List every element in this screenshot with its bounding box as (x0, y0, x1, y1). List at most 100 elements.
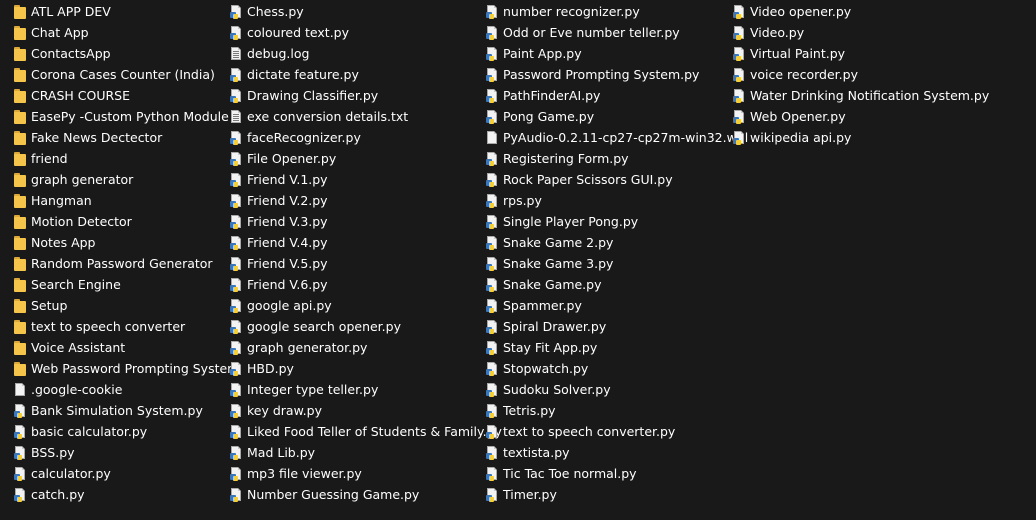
file-item[interactable]: google search opener.py (230, 316, 502, 337)
python-file-icon (733, 67, 745, 82)
file-item[interactable]: Friend V.1.py (230, 169, 502, 190)
file-item[interactable]: calculator.py (14, 463, 239, 484)
folder-item[interactable]: ContactsApp (14, 43, 239, 64)
python-file-icon (230, 256, 242, 271)
file-item[interactable]: Spiral Drawer.py (486, 316, 748, 337)
item-name: textista.py (503, 445, 570, 460)
file-item[interactable]: rps.py (486, 190, 748, 211)
file-item[interactable]: Integer type teller.py (230, 379, 502, 400)
file-item[interactable]: coloured text.py (230, 22, 502, 43)
folder-item[interactable]: friend (14, 148, 239, 169)
folder-item[interactable]: Setup (14, 295, 239, 316)
python-file-icon (230, 277, 242, 292)
file-item[interactable]: BSS.py (14, 442, 239, 463)
file-item[interactable]: Tetris.py (486, 400, 748, 421)
file-item[interactable]: Spammer.py (486, 295, 748, 316)
file-item[interactable]: key draw.py (230, 400, 502, 421)
item-name: Random Password Generator (31, 256, 213, 271)
folder-icon (14, 46, 26, 61)
file-item[interactable]: catch.py (14, 484, 239, 505)
python-file-icon (230, 340, 242, 355)
file-item[interactable]: Registering Form.py (486, 148, 748, 169)
folder-item[interactable]: Corona Cases Counter (India) (14, 64, 239, 85)
file-item[interactable]: Chess.py (230, 1, 502, 22)
file-item[interactable]: Rock Paper Scissors GUI.py (486, 169, 748, 190)
file-item[interactable]: voice recorder.py (733, 64, 989, 85)
file-item[interactable]: textista.py (486, 442, 748, 463)
item-name: PyAudio-0.2.11-cp27-cp27m-win32.whl (503, 130, 749, 145)
file-item[interactable]: Mad Lib.py (230, 442, 502, 463)
file-item[interactable]: basic calculator.py (14, 421, 239, 442)
file-item[interactable]: Odd or Eve number teller.py (486, 22, 748, 43)
folder-item[interactable]: ATL APP DEV (14, 1, 239, 22)
folder-icon (14, 298, 26, 313)
file-item[interactable]: Snake Game 2.py (486, 232, 748, 253)
item-name: Notes App (31, 235, 96, 250)
folder-item[interactable]: Search Engine (14, 274, 239, 295)
folder-item[interactable]: Web Password Prompting System (14, 358, 239, 379)
file-item[interactable]: exe conversion details.txt (230, 106, 502, 127)
file-item[interactable]: PyAudio-0.2.11-cp27-cp27m-win32.whl (486, 127, 748, 148)
file-item[interactable]: Snake Game.py (486, 274, 748, 295)
folder-item[interactable]: Hangman (14, 190, 239, 211)
file-item[interactable]: number recognizer.py (486, 1, 748, 22)
folder-item[interactable]: CRASH COURSE (14, 85, 239, 106)
folder-item[interactable]: graph generator (14, 169, 239, 190)
file-item[interactable]: google api.py (230, 295, 502, 316)
file-item[interactable]: Drawing Classifier.py (230, 85, 502, 106)
file-item[interactable]: Friend V.2.py (230, 190, 502, 211)
file-item[interactable]: HBD.py (230, 358, 502, 379)
file-item[interactable]: Friend V.4.py (230, 232, 502, 253)
folder-item[interactable]: Motion Detector (14, 211, 239, 232)
file-item[interactable]: mp3 file viewer.py (230, 463, 502, 484)
file-item[interactable]: Friend V.5.py (230, 253, 502, 274)
item-name: Paint App.py (503, 46, 582, 61)
python-file-icon (230, 88, 242, 103)
file-item[interactable]: Timer.py (486, 484, 748, 505)
file-item[interactable]: Stopwatch.py (486, 358, 748, 379)
file-item[interactable]: .google-cookie (14, 379, 239, 400)
file-item[interactable]: Snake Game 3.py (486, 253, 748, 274)
file-item[interactable]: Friend V.6.py (230, 274, 502, 295)
file-item[interactable]: Video opener.py (733, 1, 989, 22)
folder-item[interactable]: Chat App (14, 22, 239, 43)
file-item[interactable]: Virtual Paint.py (733, 43, 989, 64)
file-item[interactable]: dictate feature.py (230, 64, 502, 85)
file-item[interactable]: Video.py (733, 22, 989, 43)
python-file-icon (230, 361, 242, 376)
folder-item[interactable]: text to speech converter (14, 316, 239, 337)
file-item[interactable]: Paint App.py (486, 43, 748, 64)
folder-item[interactable]: Fake News Dectector (14, 127, 239, 148)
folder-item[interactable]: Voice Assistant (14, 337, 239, 358)
item-name: google search opener.py (247, 319, 401, 334)
file-item[interactable]: Tic Tac Toe normal.py (486, 463, 748, 484)
file-item[interactable]: Sudoku Solver.py (486, 379, 748, 400)
file-item[interactable]: PathFinderAI.py (486, 85, 748, 106)
file-item[interactable]: wikipedia api.py (733, 127, 989, 148)
python-file-icon (230, 424, 242, 439)
file-item[interactable]: Bank Simulation System.py (14, 400, 239, 421)
item-name: ContactsApp (31, 46, 111, 61)
file-item[interactable]: Single Player Pong.py (486, 211, 748, 232)
folder-icon (14, 235, 26, 250)
file-item[interactable]: Stay Fit App.py (486, 337, 748, 358)
file-item[interactable]: text to speech converter.py (486, 421, 748, 442)
folder-item[interactable]: Notes App (14, 232, 239, 253)
file-item[interactable]: Water Drinking Notification System.py (733, 85, 989, 106)
file-item[interactable]: Liked Food Teller of Students & Family.p… (230, 421, 502, 442)
file-item[interactable]: debug.log (230, 43, 502, 64)
item-name: voice recorder.py (750, 67, 858, 82)
folder-icon (14, 88, 26, 103)
file-item[interactable]: Password Prompting System.py (486, 64, 748, 85)
file-item[interactable]: Friend V.3.py (230, 211, 502, 232)
folder-item[interactable]: Random Password Generator (14, 253, 239, 274)
file-item[interactable]: File Opener.py (230, 148, 502, 169)
folder-item[interactable]: EasePy -Custom Python Module (14, 106, 239, 127)
item-name: text to speech converter (31, 319, 186, 334)
file-item[interactable]: Web Opener.py (733, 106, 989, 127)
file-item[interactable]: faceRecognizer.py (230, 127, 502, 148)
file-item[interactable]: graph generator.py (230, 337, 502, 358)
file-item[interactable]: Pong Game.py (486, 106, 748, 127)
file-item[interactable]: Number Guessing Game.py (230, 484, 502, 505)
item-name: .google-cookie (31, 382, 123, 397)
